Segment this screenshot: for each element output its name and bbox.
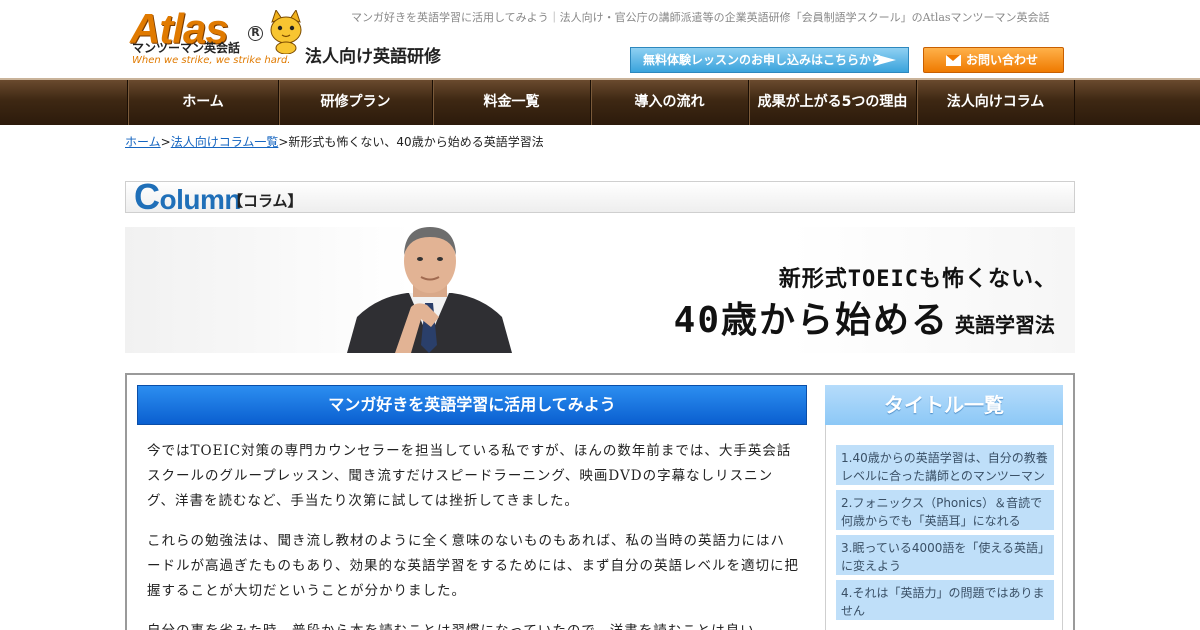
site-header: Atlas R マンツーマン英会話 When we strike, we str… [0,0,1200,78]
nav-item-home[interactable]: ホーム [127,80,278,125]
content-area: マンガ好きを英語学習に活用してみよう 今ではTOEIC対策の専門カウンセラーを担… [125,373,1075,630]
sidebar-list: 1.40歳からの英語学習は、自分の教養レベルに合った講師とのマンツーマン 2.フ… [836,445,1054,625]
arrow-right-icon [874,54,896,66]
businessman-photo [347,227,512,353]
article-paragraph: これらの勉強法は、聞き流し教材のように全く意味のないものもあれば、私の当時の英語… [147,533,799,599]
breadcrumb-separator: > [160,135,171,149]
sidebar-item-2[interactable]: 2.フォニックス（Phonics）＆音読で何歳からでも「英語耳」になれる [836,490,1054,530]
sidebar-heading: タイトル一覧 [825,385,1063,425]
column-heading: Column 【コラム】 [125,179,1075,215]
cat-mascot-icon [270,10,302,54]
registered-mark: R [248,26,263,41]
banner-headline-big: 40歳から始める [673,300,949,341]
column-wordmark: Column [134,179,241,217]
nav-item-introduction-flow[interactable]: 導入の流れ [590,80,748,125]
nav-item-pricing[interactable]: 料金一覧 [432,80,590,125]
column-initial: C [134,176,160,217]
breadcrumb-separator: > [278,135,289,149]
free-trial-label: 無料体験レッスンのお申し込みはこちらから [643,53,884,67]
sidebar-item-3[interactable]: 3.眠っている4000語を「使える英語」に変えよう [836,535,1054,575]
mail-icon [946,55,961,66]
article-paragraph: 今ではTOEIC対策の専門カウンセラーを担当している私ですが、ほんの数年前までは… [147,443,792,509]
banner-headline-1: 新形式TOEICも怖くない、 [778,267,1057,292]
breadcrumb: ホーム>法人向けコラム一覧>新形式も怖くない、40歳から始める英語学習法 [125,133,544,150]
main-nav: ホーム 研修プラン 料金一覧 導入の流れ 成果が上がる5つの理由 法人向けコラム [0,78,1200,125]
nav-item-five-reasons[interactable]: 成果が上がる5つの理由 [748,80,916,125]
title-list-sidebar: タイトル一覧 1.40歳からの英語学習は、自分の教養レベルに合った講師とのマンツ… [825,385,1063,630]
article-body: 今ではTOEIC対策の専門カウンセラーを担当している私ですが、ほんの数年前までは… [147,439,799,630]
breadcrumb-column-list-link[interactable]: 法人向けコラム一覧 [171,135,279,149]
breadcrumb-home-link[interactable]: ホーム [125,135,161,149]
header-description: マンガ好きを英語学習に活用してみよう｜法人向け・官公庁の講師派遣等の企業英語研修… [351,11,1050,24]
column-label: 【コラム】 [228,192,303,210]
contact-label: お問い合わせ [966,53,1039,67]
sidebar-item-1[interactable]: 1.40歳からの英語学習は、自分の教養レベルに合った講師とのマンツーマン [836,445,1054,485]
site-title: 法人向け英語研修 [305,47,441,67]
nav-item-training-plans[interactable]: 研修プラン [278,80,432,125]
banner-headline-2: 40歳から始める 英語学習法 [674,291,1055,343]
banner-headline-small: 英語学習法 [955,313,1055,337]
atlas-logo[interactable]: Atlas R マンツーマン英会話 When we strike, we str… [130,8,305,70]
article-paragraph: 自分の事を省みた時、普段から本を読むことは習慣になっていたので、洋書を読むことは… [147,619,799,630]
sidebar-item-4[interactable]: 4.それは「英語力」の問題ではありません [836,580,1054,620]
nav-item-column[interactable]: 法人向けコラム [916,80,1075,125]
free-trial-button[interactable]: 無料体験レッスンのお申し込みはこちらから [630,47,909,73]
breadcrumb-current: 新形式も怖くない、40歳から始める英語学習法 [288,135,544,149]
logo-tagline: When we strike, we strike hard. [132,55,291,66]
article-title: マンガ好きを英語学習に活用してみよう [137,385,807,425]
logo-subtitle: マンツーマン英会話 [132,41,241,55]
contact-button[interactable]: お問い合わせ [923,47,1064,73]
article-banner: 新形式TOEICも怖くない、 40歳から始める 英語学習法 [125,227,1075,353]
